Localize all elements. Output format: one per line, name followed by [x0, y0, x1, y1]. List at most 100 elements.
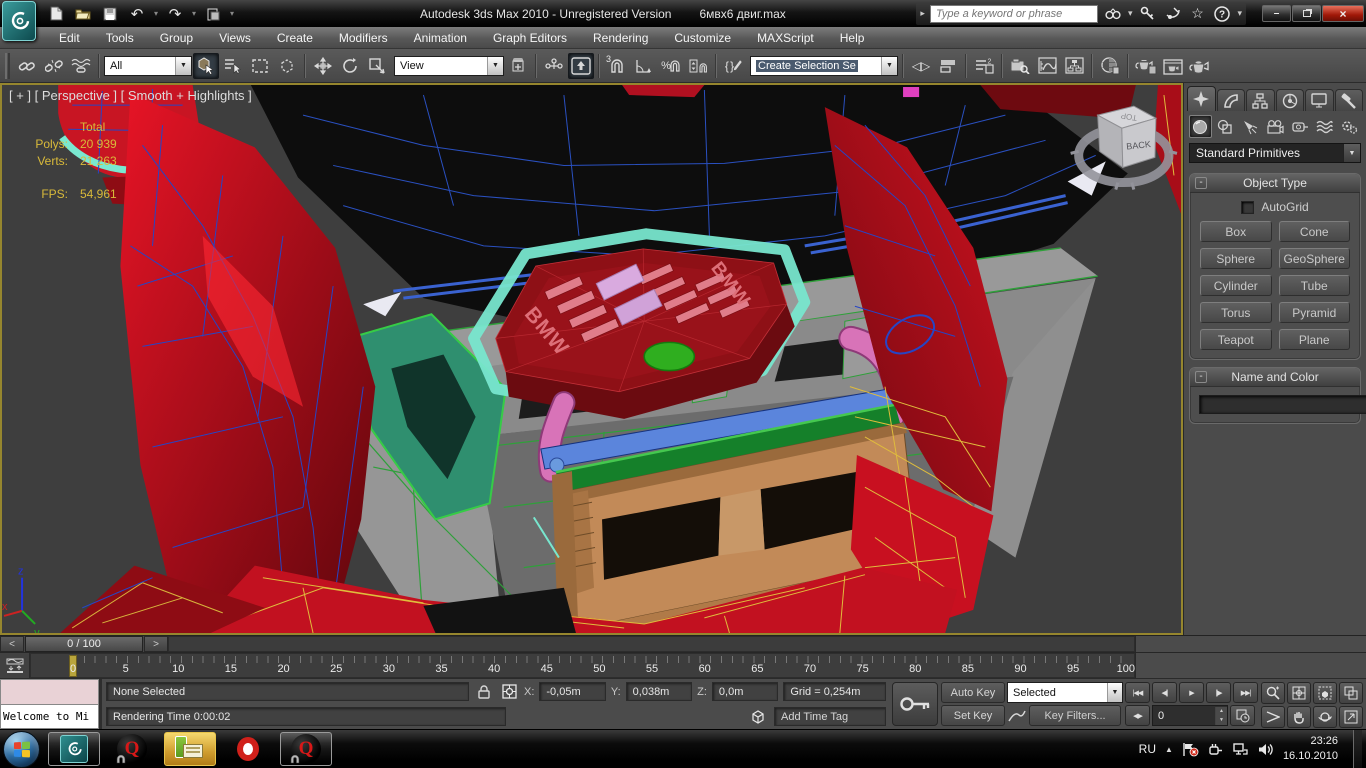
- go-to-end-button[interactable]: ▶▶|: [1233, 682, 1258, 703]
- open-file-button[interactable]: [71, 3, 95, 24]
- listener-macro-recorder-field[interactable]: [0, 679, 99, 704]
- combo-arrow-icon[interactable]: ▼: [1107, 683, 1122, 702]
- menu-item[interactable]: Help: [827, 27, 878, 48]
- time-slider-track[interactable]: [168, 636, 1135, 652]
- zoom-extents-all-button[interactable]: [1339, 682, 1363, 704]
- redo-dropdown-arrow-icon[interactable]: ▾: [190, 9, 198, 18]
- time-configuration-button[interactable]: [1230, 705, 1255, 726]
- menu-item[interactable]: Edit: [46, 27, 93, 48]
- reference-coordinate-combo[interactable]: View ▼: [394, 56, 504, 76]
- field-of-view-button[interactable]: [1261, 706, 1285, 728]
- edit-named-selection-sets-button[interactable]: { }: [721, 53, 747, 79]
- named-selection-combo[interactable]: Create Selection Se ▼: [750, 56, 898, 76]
- menu-item[interactable]: Create: [264, 27, 326, 48]
- key-filters-button[interactable]: Key Filters...: [1029, 705, 1121, 726]
- primitive-button[interactable]: Teapot: [1200, 329, 1272, 350]
- communication-center-button[interactable]: [1162, 5, 1182, 23]
- percent-snap-toggle-button[interactable]: %: [658, 53, 684, 79]
- undo-button[interactable]: ↶: [125, 3, 149, 24]
- minimize-button[interactable]: –: [1262, 5, 1291, 22]
- tab-utilities[interactable]: [1335, 89, 1364, 111]
- rendered-frame-window-button[interactable]: [1160, 53, 1186, 79]
- help-button[interactable]: ?: [1212, 5, 1232, 23]
- language-indicator[interactable]: RU: [1139, 742, 1156, 756]
- primitive-button[interactable]: Pyramid: [1279, 302, 1351, 323]
- angle-snap-toggle-button[interactable]: [631, 53, 657, 79]
- select-and-scale-button[interactable]: [364, 53, 390, 79]
- primitive-button[interactable]: Torus: [1200, 302, 1272, 323]
- lights-category-button[interactable]: [1239, 115, 1262, 138]
- helpers-category-button[interactable]: [1288, 115, 1311, 138]
- window-crossing-toggle-button[interactable]: [274, 53, 300, 79]
- curve-editor-button[interactable]: [1034, 53, 1060, 79]
- tab-create[interactable]: [1187, 86, 1216, 111]
- select-by-name-button[interactable]: [220, 53, 246, 79]
- taskbar-opera-button[interactable]: [222, 732, 274, 766]
- menu-item[interactable]: Views: [206, 27, 264, 48]
- tray-expand-icon[interactable]: ▲: [1165, 745, 1173, 754]
- autogrid-checkbox[interactable]: [1241, 201, 1254, 214]
- render-setup-button[interactable]: [1133, 53, 1159, 79]
- add-time-tag-field[interactable]: Add Time Tag: [774, 707, 886, 726]
- layer-manager-button[interactable]: 2: [971, 53, 997, 79]
- viewport-canvas[interactable]: BMW BMW: [2, 85, 1181, 633]
- play-animation-button[interactable]: ▶: [1179, 682, 1204, 703]
- select-and-rotate-button[interactable]: [337, 53, 363, 79]
- spinner-up-icon[interactable]: ▲: [1216, 707, 1227, 716]
- menu-item[interactable]: Customize: [661, 27, 744, 48]
- menu-item[interactable]: MAXScript: [744, 27, 827, 48]
- next-frame-arrow-button[interactable]: >: [144, 636, 168, 652]
- use-pivot-point-button[interactable]: [505, 53, 531, 79]
- infocenter-collapse-icon[interactable]: ▸: [920, 8, 925, 19]
- menu-item[interactable]: Group: [147, 27, 206, 48]
- select-and-move-button[interactable]: [310, 53, 336, 79]
- new-scene-button[interactable]: [44, 3, 68, 24]
- zoom-button[interactable]: [1261, 682, 1285, 704]
- go-to-start-button[interactable]: |◀◀: [1125, 682, 1150, 703]
- action-center-icon[interactable]: [1182, 742, 1199, 757]
- name-color-header[interactable]: - Name and Color: [1190, 368, 1360, 387]
- combo-arrow-icon[interactable]: ▼: [175, 57, 191, 75]
- maximize-viewport-toggle-button[interactable]: [1339, 706, 1363, 728]
- unlink-selection-button[interactable]: [41, 53, 67, 79]
- y-coord-field[interactable]: 0,038m: [626, 682, 692, 701]
- menu-item[interactable]: Rendering: [580, 27, 661, 48]
- rectangular-selection-region-button[interactable]: [247, 53, 273, 79]
- time-slider-handle[interactable]: 0 / 100: [25, 636, 143, 652]
- tab-hierarchy[interactable]: [1246, 89, 1275, 111]
- taskbar-3dsmax-button[interactable]: [48, 732, 100, 766]
- help-dropdown-arrow-icon[interactable]: ▾: [1237, 8, 1242, 19]
- zoom-all-button[interactable]: [1287, 682, 1311, 704]
- start-button[interactable]: [3, 731, 40, 768]
- keyboard-shortcut-override-button[interactable]: [568, 53, 594, 79]
- combo-arrow-icon[interactable]: ▼: [881, 57, 897, 75]
- select-and-link-button[interactable]: [14, 53, 40, 79]
- select-object-button[interactable]: [193, 53, 219, 79]
- power-plug-icon[interactable]: [1208, 742, 1224, 757]
- network-icon[interactable]: [1233, 742, 1249, 757]
- previous-frame-button[interactable]: ◀||: [1152, 682, 1177, 703]
- mirror-button[interactable]: ◁▷: [908, 53, 934, 79]
- selection-lock-button[interactable]: [474, 682, 494, 702]
- perspective-viewport[interactable]: BMW BMW: [0, 83, 1183, 635]
- primitive-button[interactable]: GeoSphere: [1279, 248, 1351, 269]
- primitive-button[interactable]: Cone: [1279, 221, 1351, 242]
- taskbar-clock[interactable]: 23:26 16.10.2010: [1283, 734, 1344, 764]
- frame-spinner[interactable]: ▲▼: [1215, 707, 1227, 725]
- toolbar-drag-handle[interactable]: [5, 53, 10, 79]
- project-dropdown-arrow-icon[interactable]: ▾: [228, 9, 236, 18]
- taskbar-download-master-button[interactable]: Q: [106, 732, 158, 766]
- cameras-category-button[interactable]: [1264, 115, 1287, 138]
- auto-key-button[interactable]: Auto Key: [941, 682, 1005, 703]
- menu-item[interactable]: Animation: [401, 27, 480, 48]
- subscription-center-button[interactable]: [1137, 5, 1157, 23]
- default-in-out-tangent-icon[interactable]: [1007, 708, 1027, 724]
- favorites-button[interactable]: ☆: [1187, 5, 1207, 23]
- tab-modify[interactable]: [1217, 89, 1246, 111]
- shapes-category-button[interactable]: [1214, 115, 1237, 138]
- primitive-button[interactable]: Cylinder: [1200, 275, 1272, 296]
- collapse-icon[interactable]: -: [1195, 371, 1207, 383]
- x-coord-field[interactable]: -0,05m: [539, 682, 605, 701]
- primitive-button[interactable]: Plane: [1279, 329, 1351, 350]
- primitive-button[interactable]: Sphere: [1200, 248, 1272, 269]
